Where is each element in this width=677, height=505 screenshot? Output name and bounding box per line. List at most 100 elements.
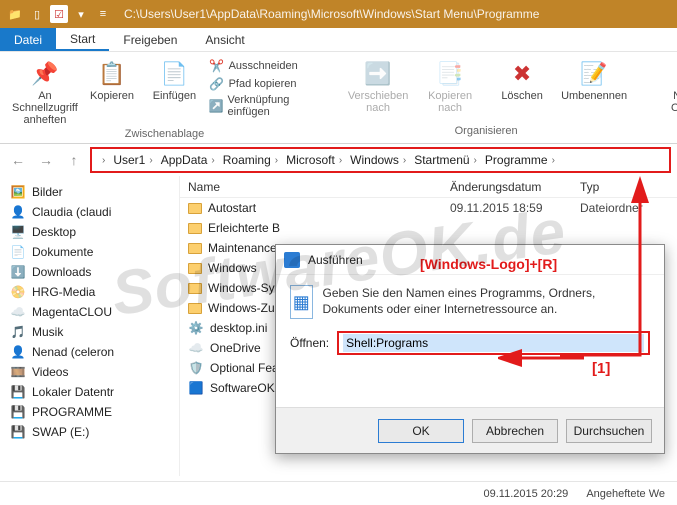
delete-icon: ✖ <box>506 58 538 90</box>
chevron-right-icon: › <box>470 155 481 166</box>
sidebar-item[interactable]: ⬇️Downloads <box>4 262 175 282</box>
paste-label: Einfügen <box>153 90 196 102</box>
sidebar-item[interactable]: 💾PROGRAMME <box>4 402 175 422</box>
shortcut-icon: ↗️ <box>209 98 224 114</box>
file-row[interactable]: Erleichterte B <box>180 218 677 238</box>
sidebar-item[interactable]: ☁️ MagentaCLOU <box>4 302 175 322</box>
run-cancel-button[interactable]: Abbrechen <box>472 419 558 443</box>
cut-button[interactable]: ✂️Ausschneiden <box>209 58 318 74</box>
sidebar-item[interactable]: 📀HRG-Media <box>4 282 175 302</box>
sidebar-item-label: MagentaCLOU <box>32 305 112 319</box>
group-label-organize: Organisieren <box>455 125 518 137</box>
folder-icon <box>188 243 202 254</box>
chevron-right-icon: › <box>335 155 346 166</box>
sidebar-item-icon: 👤 <box>10 204 26 220</box>
sidebar-item[interactable]: 🎵Musik <box>4 322 175 342</box>
sidebar-item[interactable]: 🎞️Videos <box>4 362 175 382</box>
breadcrumb-root[interactable]: › <box>96 155 111 166</box>
sidebar-item[interactable]: 📄Dokumente <box>4 242 175 262</box>
file-name: Windows-Zu <box>208 301 275 315</box>
paste-button[interactable]: 📄 Einfügen <box>146 58 202 102</box>
breadcrumb-segment[interactable]: Startmenü› <box>412 153 483 167</box>
sidebar-item-label: Downloads <box>32 265 91 279</box>
delete-button[interactable]: ✖Löschen <box>489 58 555 102</box>
copy-icon: 📋 <box>96 58 128 90</box>
path-icon: 🔗 <box>209 76 225 92</box>
file-name: Windows <box>208 261 257 275</box>
run-dialog-titlebar[interactable]: Ausführen <box>276 245 664 275</box>
run-browse-button[interactable]: Durchsuchen <box>566 419 652 443</box>
newfolder-button[interactable]: 📁Neuer Ordner <box>655 58 677 114</box>
rename-icon: 📝 <box>578 58 610 90</box>
moveto-button[interactable]: ➡️Verschieben nach <box>345 58 411 114</box>
run-dialog: Ausführen ▦ Geben Sie den Namen eines Pr… <box>275 244 665 454</box>
file-name: Maintenance <box>208 241 277 255</box>
folder-icon <box>188 303 202 314</box>
breadcrumb-segment[interactable]: Windows› <box>348 153 412 167</box>
run-dialog-icon <box>284 252 300 268</box>
sidebar-item[interactable]: 💾SWAP (E:) <box>4 422 175 442</box>
breadcrumb-segment[interactable]: Microsoft› <box>284 153 348 167</box>
chevron-right-icon: › <box>399 155 410 166</box>
file-date: 09.11.2015 18:59 <box>450 201 580 215</box>
sidebar-item-icon: 💾 <box>10 424 26 440</box>
qat-overflow-icon[interactable]: ≡ <box>94 5 112 23</box>
sidebar-item-label: HRG-Media <box>32 285 95 299</box>
breadcrumb-segment[interactable]: Roaming› <box>221 153 284 167</box>
sidebar-item[interactable]: 🖼️Bilder <box>4 182 175 202</box>
group-label-clipboard: Zwischenablage <box>125 128 205 140</box>
run-ok-button[interactable]: OK <box>378 419 464 443</box>
tab-share[interactable]: Freigeben <box>109 28 191 51</box>
file-icon: 🟦 <box>188 380 204 396</box>
copy-label: Kopieren <box>90 90 134 102</box>
sidebar-item-label: Bilder <box>32 185 63 199</box>
qat-dropdown-icon[interactable]: ▾ <box>72 5 90 23</box>
chevron-right-icon: › <box>207 155 218 166</box>
breadcrumb-segment[interactable]: AppData› <box>159 153 221 167</box>
sidebar-item[interactable]: 🖥️Desktop <box>4 222 175 242</box>
statusbar: 09.11.2015 20:29 Angeheftete We <box>0 481 677 505</box>
ribbon-group-clipboard: 📌 An Schnellzugriff anheften 📋 Kopieren … <box>6 56 323 139</box>
copyto-button[interactable]: 📑Kopieren nach <box>417 58 483 114</box>
run-input[interactable] <box>343 334 644 352</box>
sidebar-item-icon: ☁️ <box>10 304 26 320</box>
col-name[interactable]: Name <box>180 180 450 194</box>
sidebar-item-label: Claudia (claudi <box>32 205 111 219</box>
tab-view[interactable]: Ansicht <box>191 28 258 51</box>
folder-icon: 📁 <box>6 5 24 23</box>
run-button-row: OK Abbrechen Durchsuchen <box>276 407 664 453</box>
breadcrumb[interactable]: ›User1›AppData›Roaming›Microsoft›Windows… <box>90 147 671 173</box>
run-input-highlight <box>337 331 650 355</box>
ribbon-group-new: 📁Neuer Ordner <box>649 56 677 139</box>
breadcrumb-segment[interactable]: Programme› <box>483 153 561 167</box>
nav-back-button[interactable]: ← <box>6 148 30 172</box>
pin-icon: 📌 <box>29 58 61 90</box>
sidebar-item-label: Lokaler Datentr <box>32 385 114 399</box>
folder-icon <box>188 283 202 294</box>
window-title: C:\Users\User1\AppData\Roaming\Microsoft… <box>124 7 539 21</box>
rename-button[interactable]: 📝Umbenennen <box>561 58 627 102</box>
tab-file[interactable]: Datei <box>0 28 56 51</box>
file-name: desktop.ini <box>210 321 267 335</box>
titlebar: 📁 ▯ ☑ ▾ ≡ C:\Users\User1\AppData\Roaming… <box>0 0 677 28</box>
sidebar-item-icon: 🖥️ <box>10 224 26 240</box>
file-row[interactable]: Autostart09.11.2015 18:59Dateiordner <box>180 198 677 218</box>
nav-forward-button[interactable]: → <box>34 148 58 172</box>
pastelink-button[interactable]: ↗️Verknüpfung einfügen <box>209 94 318 118</box>
copy-button[interactable]: 📋 Kopieren <box>84 58 140 102</box>
sidebar-item-label: Musik <box>32 325 63 339</box>
column-headers[interactable]: Name Änderungsdatum Typ <box>180 176 677 198</box>
col-modified[interactable]: Änderungsdatum <box>450 180 580 194</box>
pin-button[interactable]: 📌 An Schnellzugriff anheften <box>12 58 78 126</box>
sidebar-item[interactable]: 💾Lokaler Datentr <box>4 382 175 402</box>
sidebar-item[interactable]: 👤 Claudia (claudi <box>4 202 175 222</box>
checkbox-icon[interactable]: ☑ <box>50 5 68 23</box>
nav-up-button[interactable]: ↑ <box>62 148 86 172</box>
tab-start[interactable]: Start <box>56 28 109 51</box>
file-name: Windows-Sy <box>208 281 275 295</box>
copypath-button[interactable]: 🔗Pfad kopieren <box>209 76 318 92</box>
col-type[interactable]: Typ <box>580 180 677 194</box>
sidebar-item[interactable]: 👤Nenad (celeron <box>4 342 175 362</box>
breadcrumb-segment[interactable]: User1› <box>111 153 158 167</box>
file-name: SoftwareOK <box>210 381 275 395</box>
